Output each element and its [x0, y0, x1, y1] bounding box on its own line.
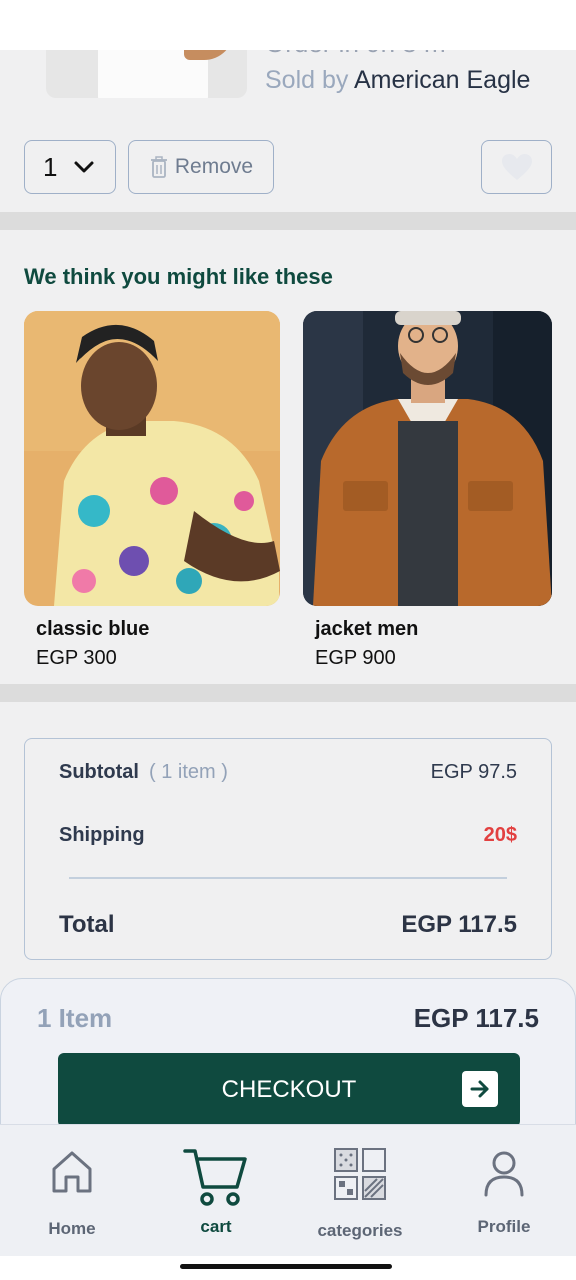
nav-profile[interactable]: Profile — [432, 1125, 576, 1257]
sold-by-label: Sold by — [265, 66, 349, 94]
cart-icon — [183, 1149, 247, 1206]
section-divider — [0, 212, 576, 230]
nav-categories[interactable]: categories — [288, 1125, 432, 1257]
product-image[interactable] — [303, 311, 552, 606]
product-price: EGP 300 — [36, 647, 117, 669]
section-divider — [0, 684, 576, 702]
quantity-select[interactable]: 1 — [24, 140, 116, 194]
subtotal-row: Subtotal ( 1 item ) EGP 97.5 — [59, 761, 517, 784]
checkout-item-count: 1 Item — [37, 1003, 113, 1033]
nav-categories-label: categories — [317, 1221, 403, 1240]
quantity-value: 1 — [43, 151, 58, 182]
trash-icon — [150, 156, 167, 178]
nav-home-label: Home — [48, 1219, 96, 1238]
order-summary: Subtotal ( 1 item ) EGP 97.5 Shipping 20$… — [24, 738, 552, 960]
recommendations-title: We think you might like these — [24, 264, 333, 289]
sold-by: Sold by American Eagle — [265, 66, 530, 95]
status-bar — [0, 0, 576, 50]
profile-icon — [484, 1151, 524, 1197]
checkout-button[interactable]: CHECKOUT — [58, 1053, 520, 1127]
product-card[interactable]: classic blue EGP 300 — [24, 311, 280, 670]
shipping-label: Shipping — [59, 824, 145, 846]
remove-button[interactable]: Remove — [128, 140, 274, 194]
checkout-label: CHECKOUT — [221, 1076, 357, 1103]
summary-divider — [69, 877, 507, 879]
nav-profile-label: Profile — [477, 1217, 531, 1236]
subtotal-value: EGP 97.5 — [430, 761, 517, 783]
product-image[interactable] — [24, 311, 280, 606]
shipping-row: Shipping 20$ — [59, 824, 517, 847]
remove-label: Remove — [174, 155, 254, 178]
subtotal-label: Subtotal — [59, 761, 139, 783]
checkout-panel: 1 Item EGP 117.5 CHECKOUT — [0, 978, 576, 1138]
subtotal-count: ( 1 item ) — [149, 761, 228, 783]
wishlist-button[interactable] — [481, 140, 552, 194]
product-card[interactable]: jacket men EGP 900 — [303, 311, 552, 670]
nav-cart[interactable]: cart — [144, 1125, 288, 1257]
product-name: classic blue — [36, 618, 150, 640]
seller-name[interactable]: American Eagle — [354, 66, 530, 94]
product-price: EGP 900 — [315, 647, 396, 669]
product-name: jacket men — [315, 618, 419, 640]
nav-cart-label: cart — [200, 1217, 232, 1236]
total-row: Total EGP 117.5 — [59, 911, 517, 939]
arrow-right-icon — [462, 1071, 498, 1107]
categories-icon — [334, 1148, 386, 1200]
total-value: EGP 117.5 — [401, 911, 517, 938]
home-indicator — [0, 1256, 576, 1280]
home-icon — [52, 1151, 92, 1193]
nav-home[interactable]: Home — [0, 1125, 144, 1257]
checkout-total: EGP 117.5 — [413, 1003, 539, 1033]
bottom-nav: Home cart categories Profile — [0, 1124, 576, 1256]
chevron-down-icon — [74, 161, 94, 173]
total-label: Total — [59, 911, 115, 938]
heart-icon — [501, 154, 532, 180]
shipping-value: 20$ — [483, 824, 517, 846]
